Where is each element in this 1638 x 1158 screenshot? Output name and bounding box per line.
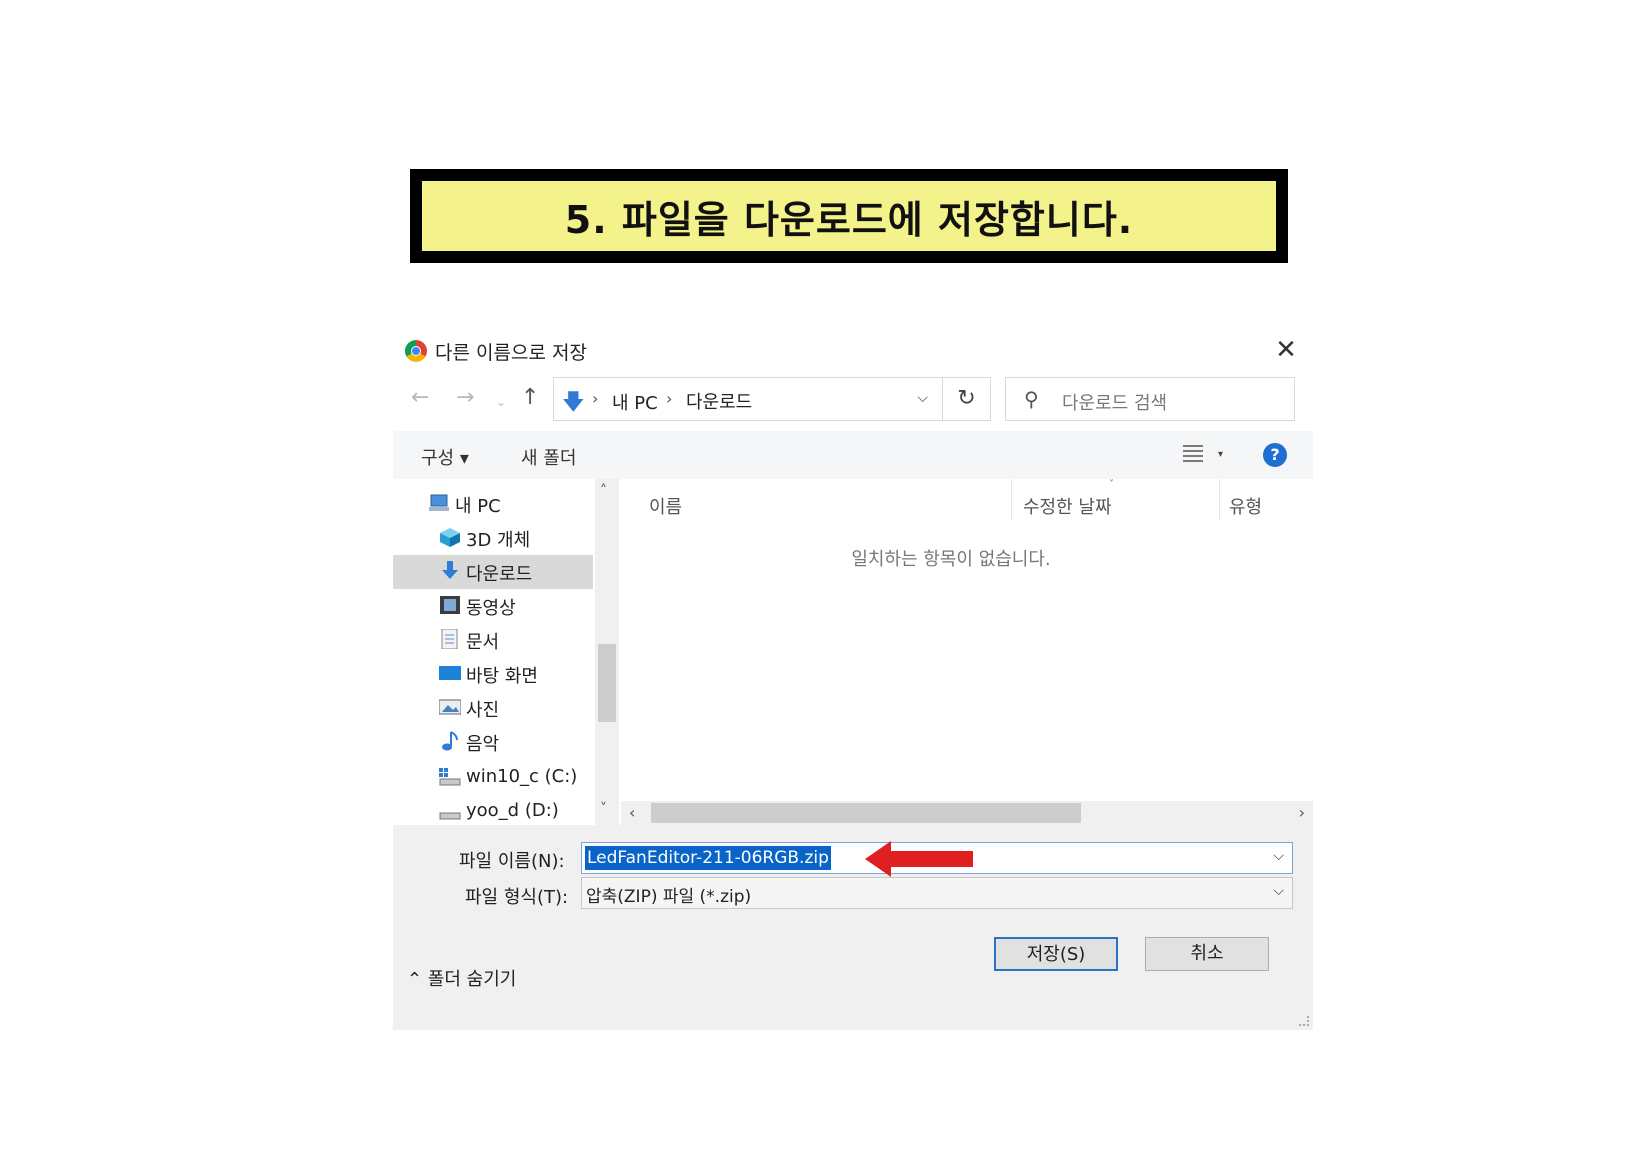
filename-label: 파일 이름(N): xyxy=(459,851,565,872)
chrome-icon xyxy=(405,340,427,362)
filetype-label: 파일 형식(T): xyxy=(465,887,569,908)
column-header-type[interactable]: 유형 xyxy=(1229,493,1262,519)
filename-value[interactable]: LedFanEditor-211-06RGB.zip xyxy=(585,846,831,870)
search-placeholder: 다운로드 검색 xyxy=(1062,393,1168,414)
sidebar-item-label: 바탕 화면 xyxy=(466,666,538,687)
address-bar[interactable]: 🡇 › 내 PC › 다운로드 ⌵ xyxy=(553,377,943,421)
sidebar-item-label: 내 PC xyxy=(455,496,501,517)
sidebar-item-3d-objects[interactable]: 3D 개체 xyxy=(393,521,593,555)
banner-text: 5. 파일을 다운로드에 저장합니다. xyxy=(564,197,1134,242)
refresh-button[interactable]: ↻ xyxy=(943,377,991,421)
red-arrow-annotation xyxy=(865,841,973,877)
instruction-banner: 5. 파일을 다운로드에 저장합니다. xyxy=(410,169,1288,263)
column-header-date-modified[interactable]: 수정한 날짜 xyxy=(1023,493,1112,519)
filetype-value: 압축(ZIP) 파일 (*.zip) xyxy=(586,887,752,907)
drive-icon xyxy=(439,801,461,821)
breadcrumb-my-pc[interactable]: 내 PC xyxy=(612,389,658,415)
sidebar-item-drive-d[interactable]: yoo_d (D:) xyxy=(393,795,593,825)
scrollbar-thumb[interactable] xyxy=(651,803,1081,823)
file-list: 이름 ˅ 수정한 날짜 유형 일치하는 항목이 없습니다. ‹ › xyxy=(621,479,1313,825)
column-divider[interactable] xyxy=(1219,479,1220,519)
view-options-icon[interactable] xyxy=(1183,445,1203,463)
sidebar-item-my-pc[interactable]: 내 PC xyxy=(393,487,593,521)
cube-icon xyxy=(439,527,461,547)
close-button[interactable]: ✕ xyxy=(1271,335,1301,365)
sidebar-item-drive-c[interactable]: win10_c (C:) xyxy=(393,761,593,795)
video-icon xyxy=(439,595,461,615)
help-icon[interactable]: ? xyxy=(1263,443,1287,467)
sidebar-item-documents[interactable]: 문서 xyxy=(393,623,593,657)
chevron-down-icon[interactable]: ⌵ xyxy=(1273,848,1284,864)
recent-locations-icon[interactable]: ⌄ xyxy=(496,395,506,409)
scroll-left-icon[interactable]: ‹ xyxy=(629,803,635,822)
empty-message: 일치하는 항목이 없습니다. xyxy=(851,549,1051,570)
computer-icon xyxy=(429,493,451,513)
music-icon xyxy=(439,731,461,751)
picture-icon xyxy=(438,697,462,717)
organize-button[interactable]: 구성 ▾ xyxy=(421,444,469,470)
document-icon xyxy=(439,628,461,650)
breadcrumb-downloads[interactable]: 다운로드 xyxy=(686,388,752,414)
horizontal-scrollbar[interactable]: ‹ › xyxy=(621,801,1313,825)
download-arrow-icon: 🡇 xyxy=(562,390,585,415)
sidebar-item-label: yoo_d (D:) xyxy=(466,800,559,821)
command-bar: 구성 ▾ 새 폴더 ▾ ? xyxy=(393,431,1313,479)
sidebar-item-downloads[interactable]: 다운로드 xyxy=(393,555,593,589)
resize-grip-icon[interactable] xyxy=(1299,1016,1309,1026)
sidebar-item-music[interactable]: 음악 xyxy=(393,725,593,759)
scroll-up-icon[interactable]: ˄ xyxy=(600,483,607,499)
scrollbar-thumb[interactable] xyxy=(598,644,616,722)
search-input[interactable]: ⚲ 다운로드 검색 xyxy=(1005,377,1295,421)
breadcrumb-separator[interactable]: › xyxy=(592,389,598,408)
sort-arrow-icon: ˅ xyxy=(1109,479,1114,490)
sidebar-item-label: 사진 xyxy=(466,700,500,721)
search-icon: ⚲ xyxy=(1024,387,1039,411)
sidebar-item-label: 3D 개체 xyxy=(466,530,531,551)
save-form: 파일 이름(N): LedFanEditor-211-06RGB.zip ⌵ 파… xyxy=(393,825,1313,1030)
column-header-name[interactable]: 이름 xyxy=(649,493,682,519)
nav-pane-scrollbar[interactable]: ˄ ˅ xyxy=(595,479,619,825)
navigation-pane: 내 PC 3D 개체 다운로드 동영상 문서 바탕 화면 사진 음악 win10… xyxy=(393,479,619,825)
column-divider[interactable] xyxy=(1011,479,1012,519)
save-button[interactable]: 저장(S) xyxy=(994,937,1118,971)
forward-arrow-icon[interactable]: → xyxy=(456,385,474,410)
chevron-down-icon[interactable]: ⌵ xyxy=(1273,883,1284,899)
drive-icon xyxy=(439,767,461,787)
back-arrow-icon[interactable]: ← xyxy=(411,385,429,410)
cancel-button[interactable]: 취소 xyxy=(1145,937,1269,971)
title-bar: 다른 이름으로 저장 ✕ xyxy=(393,325,1313,375)
desktop-icon xyxy=(439,663,461,683)
hide-folders-toggle[interactable]: ⌃ 폴더 숨기기 xyxy=(407,965,516,991)
download-icon xyxy=(439,561,461,581)
scroll-right-icon[interactable]: › xyxy=(1299,803,1305,822)
sidebar-item-label: 음악 xyxy=(466,734,500,755)
view-dropdown-icon[interactable]: ▾ xyxy=(1218,449,1223,460)
breadcrumb-separator[interactable]: › xyxy=(666,389,672,408)
dialog-title: 다른 이름으로 저장 xyxy=(435,342,587,364)
scroll-down-icon[interactable]: ˅ xyxy=(600,801,607,817)
sidebar-item-label: 동영상 xyxy=(466,598,516,619)
save-as-dialog: 다른 이름으로 저장 ✕ ← → ⌄ ↑ 🡇 › 내 PC › 다운로드 ⌵ ↻… xyxy=(393,325,1313,1030)
sidebar-item-label: 다운로드 xyxy=(466,564,533,585)
new-folder-button[interactable]: 새 폴더 xyxy=(521,444,576,470)
sidebar-item-pictures[interactable]: 사진 xyxy=(393,691,593,725)
sidebar-item-label: 문서 xyxy=(466,632,500,653)
up-arrow-icon[interactable]: ↑ xyxy=(521,385,539,410)
sidebar-item-label: win10_c (C:) xyxy=(466,766,578,787)
sidebar-item-videos[interactable]: 동영상 xyxy=(393,589,593,623)
sidebar-item-desktop[interactable]: 바탕 화면 xyxy=(393,657,593,691)
chevron-down-icon[interactable]: ⌵ xyxy=(917,390,928,406)
filetype-select[interactable]: 압축(ZIP) 파일 (*.zip) ⌵ xyxy=(581,877,1293,909)
